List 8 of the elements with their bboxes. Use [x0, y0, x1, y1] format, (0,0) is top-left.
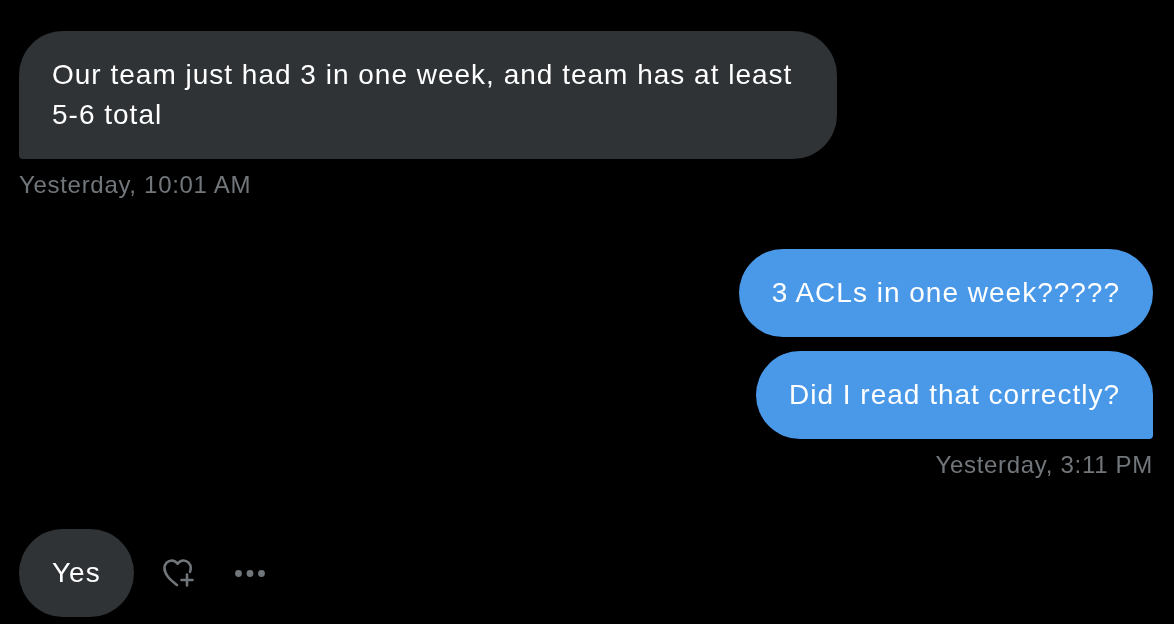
message-timestamp: Yesterday, 10:01 AM: [19, 172, 252, 198]
message-bubble: Yes: [19, 529, 134, 617]
more-icon[interactable]: [234, 569, 265, 577]
add-reaction-icon[interactable]: [162, 559, 195, 587]
message-bubble: Did I read that correctly?: [755, 351, 1153, 439]
message-timestamp: Yesterday, 3:11 PM: [935, 452, 1153, 478]
message-bubble: 3 ACLs in one week?????: [738, 249, 1153, 337]
message-bubble: Our team just had 3 in one week, and team has at least 5-6 total: [19, 31, 837, 159]
